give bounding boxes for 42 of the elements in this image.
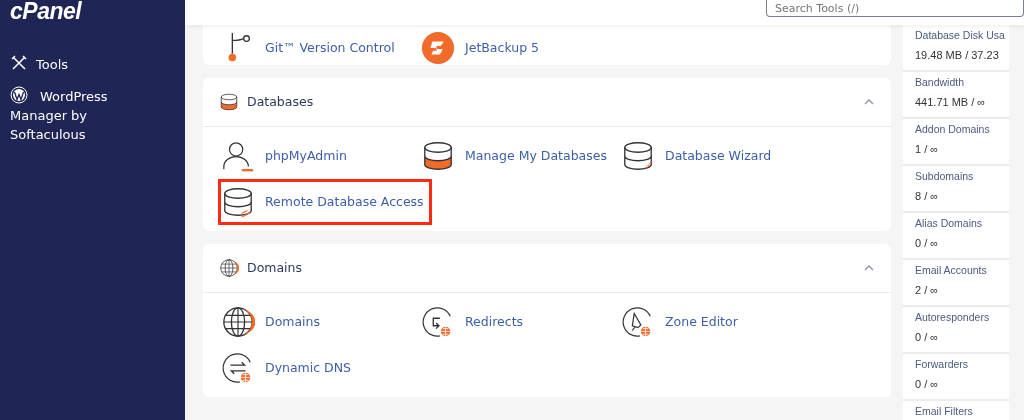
stat-label: Subdomains (915, 169, 974, 184)
database-icon (421, 139, 455, 173)
tool-link[interactable]: Dynamic DNS (218, 345, 354, 391)
user-icon (221, 139, 255, 173)
stat-label: Bandwidth (915, 75, 965, 90)
tool-link[interactable]: Git™ Version Control (218, 25, 398, 65)
stat-value: 8 / ∞ (915, 188, 939, 204)
stat-value: 19.48 MB / 37.23 (915, 47, 999, 63)
stat-label: Email Filters (915, 404, 973, 419)
tool-link[interactable]: phpMyAdmin (218, 133, 350, 179)
database-icon (219, 92, 239, 112)
globe-icon (221, 305, 255, 339)
tool-link[interactable]: Remote Database Access (218, 179, 432, 225)
stat-value: 0 / ∞ (915, 235, 939, 251)
database-icon (221, 185, 255, 219)
logo: cPanel (10, 0, 82, 23)
section-title: Databases (247, 92, 315, 111)
sidebar-item[interactable]: Tools (0, 54, 185, 74)
search-field[interactable]: Search Tools (/) (766, 0, 1024, 17)
stat-label: Email Accounts (915, 263, 987, 278)
database-wand-icon (621, 139, 655, 173)
section-title: Domains (247, 258, 304, 277)
tool-link[interactable]: Redirects (418, 299, 527, 345)
sidebar-item[interactable]: WordPress Manager by Softaculous (0, 86, 185, 144)
stat-value: 1 / ∞ (915, 141, 939, 157)
stat-label: Addon Domains (915, 122, 990, 137)
stat-label: Autoresponders (915, 310, 990, 325)
tool-link[interactable]: Database Wizard (618, 133, 775, 179)
globe-icon (219, 258, 239, 278)
tools-icon (10, 54, 28, 72)
tool-link[interactable]: Manage My Databases (418, 133, 610, 179)
stat-value: 0 / ∞ (915, 329, 939, 345)
stat-value: 441.71 MB / ∞ (915, 94, 986, 110)
stat-label: Alias Domains (915, 216, 983, 231)
stat-value: 2 / ∞ (915, 282, 939, 298)
circle-logo-icon (10, 86, 28, 104)
stat-value: 0 / ∞ (915, 376, 939, 392)
stat-label: Forwarders (915, 357, 969, 372)
stat-label: Database Disk Usa (915, 28, 1005, 43)
tool-link[interactable]: Zone Editor (618, 299, 741, 345)
tool-link[interactable]: Domains (218, 299, 324, 345)
tool-link[interactable]: JetBackup 5 (418, 25, 543, 65)
